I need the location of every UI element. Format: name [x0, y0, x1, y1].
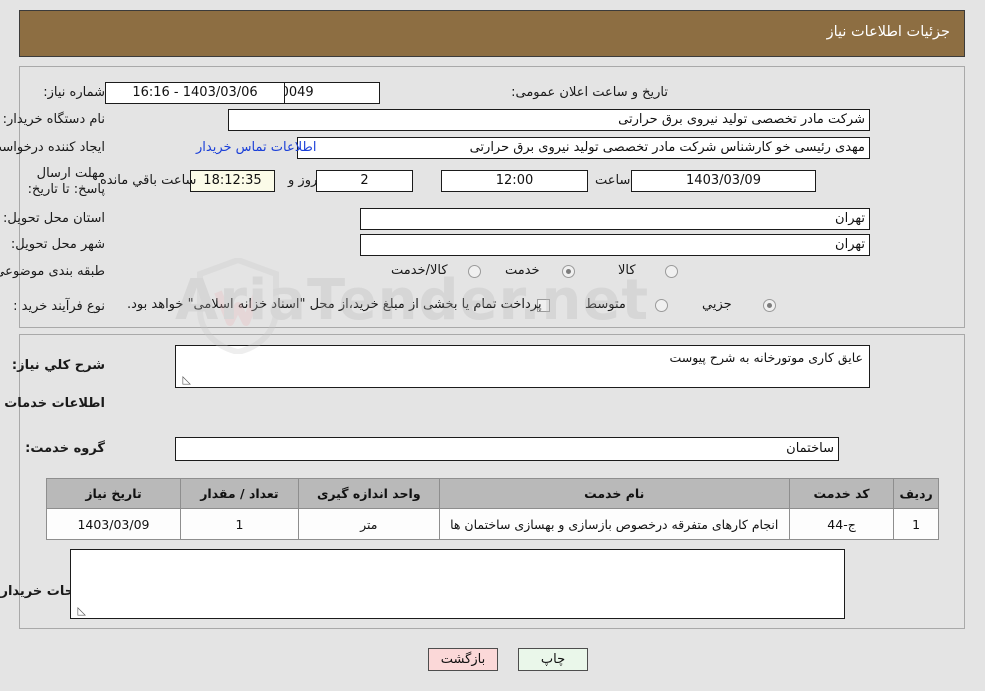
islamic-treasury-payment-note: پرداخت تمام یا بخشی از مبلغ خرید،از محل … — [127, 297, 542, 312]
radio-process-motavasset-label: متوسط — [585, 297, 626, 312]
resize-grip-icon-notes[interactable]: ◺ — [74, 605, 86, 617]
col-header-row: ردیف — [893, 478, 939, 509]
buyer-org-value: شرکت مادر تخصصی تولید نیروی برق حرارتی — [228, 109, 870, 131]
delivery-province-label: استان محل تحویل: — [3, 211, 105, 226]
col-header-need-date: تاریخ نیاز — [46, 478, 181, 509]
col-header-name: نام خدمت — [438, 478, 790, 509]
col-header-code: کد خدمت — [788, 478, 895, 509]
radio-category-kala-khedmat-label: کالا/خدمت — [391, 263, 448, 278]
radio-category-kala-label: کالا — [618, 263, 636, 278]
response-deadline-label: مهلت ارسال پاسخ: تا تاریخ: — [27, 166, 105, 197]
table-header-row: ردیف کد خدمت نام خدمت واحد اندازه گیری ت… — [46, 478, 939, 509]
delivery-province-value: تهران — [360, 208, 870, 230]
services-section-title: اطلاعات خدمات مورد نیاز — [0, 396, 105, 411]
cell-code: ج-44 — [788, 508, 895, 540]
general-description-textarea[interactable]: عایق کاری موتورخانه به شرح پیوست ◺ — [175, 345, 870, 388]
announce-datetime-value: 1403/03/06 - 16:16 — [105, 82, 285, 104]
purchase-process-label: نوع فرآیند خرید : — [13, 299, 105, 314]
col-header-unit: واحد اندازه گیری — [297, 478, 440, 509]
buyer-contact-link[interactable]: اطلاعات تماس خریدار — [196, 140, 316, 155]
remaining-time-suffix: ساعت باقي مانده — [100, 173, 197, 188]
radio-process-jozie[interactable] — [763, 299, 776, 312]
subject-category-label: طبقه بندی موضوعی: — [0, 264, 105, 279]
request-creator-value: مهدی رئیسی خو کارشناس شرکت مادر تخصصی تو… — [297, 137, 870, 159]
remaining-days-value: 2 — [316, 170, 413, 192]
resize-grip-icon[interactable]: ◺ — [179, 374, 191, 386]
cell-quantity: 1 — [179, 508, 299, 540]
page-root: جزئیات اطلاعات نیاز شماره نیاز: 11030050… — [0, 0, 985, 691]
need-summary-panel — [19, 66, 965, 328]
hour-label: ساعت — [595, 173, 631, 188]
service-group-label: گروه خدمت: — [25, 441, 105, 456]
radio-process-motavasset[interactable] — [655, 299, 668, 312]
remaining-time-value: 18:12:35 — [190, 170, 275, 192]
radio-category-khedmat-label: خدمت — [505, 263, 540, 278]
service-group-value: ساختمان — [175, 437, 839, 461]
radio-category-kala[interactable] — [665, 265, 678, 278]
back-button[interactable]: بازگشت — [428, 648, 498, 671]
cell-row: 1 — [893, 508, 939, 540]
required-services-table: ردیف کد خدمت نام خدمت واحد اندازه گیری ت… — [46, 478, 939, 540]
need-number-label: شماره نیاز: — [43, 85, 105, 100]
delivery-city-label: شهر محل تحویل: — [10, 237, 105, 252]
print-button[interactable]: چاپ — [518, 648, 588, 671]
request-creator-label: ایجاد کننده درخواست: — [0, 140, 105, 155]
col-header-quantity: تعداد / مقدار — [179, 478, 299, 509]
cell-unit: متر — [297, 508, 440, 540]
deadline-hour-value: 12:00 — [441, 170, 588, 192]
delivery-city-value: تهران — [360, 234, 870, 256]
general-description-value: عایق کاری موتورخانه به شرح پیوست — [669, 350, 863, 365]
buyer-notes-textarea[interactable]: ◺ — [70, 549, 845, 619]
buyer-org-label: نام دستگاه خریدار: — [2, 112, 105, 127]
page-title: جزئیات اطلاعات نیاز — [826, 24, 950, 40]
cell-name: انجام کارهای متفرقه درخصوص بازسازی و بهس… — [438, 508, 790, 540]
general-description-label: شرح کلي نیاز: — [11, 358, 105, 373]
announce-datetime-label: تاریخ و ساعت اعلان عمومی: — [511, 85, 668, 100]
deadline-date-value: 1403/03/09 — [631, 170, 816, 192]
page-header-bar: جزئیات اطلاعات نیاز — [19, 10, 965, 57]
radio-category-kala-khedmat[interactable] — [468, 265, 481, 278]
radio-process-jozie-label: جزیي — [702, 297, 732, 312]
remaining-days-unit: روز و — [288, 173, 318, 188]
radio-category-khedmat[interactable] — [562, 265, 575, 278]
cell-need-date: 1403/03/09 — [46, 508, 181, 540]
table-row: 1 ج-44 انجام کارهای متفرقه درخصوص بازساز… — [46, 508, 939, 540]
